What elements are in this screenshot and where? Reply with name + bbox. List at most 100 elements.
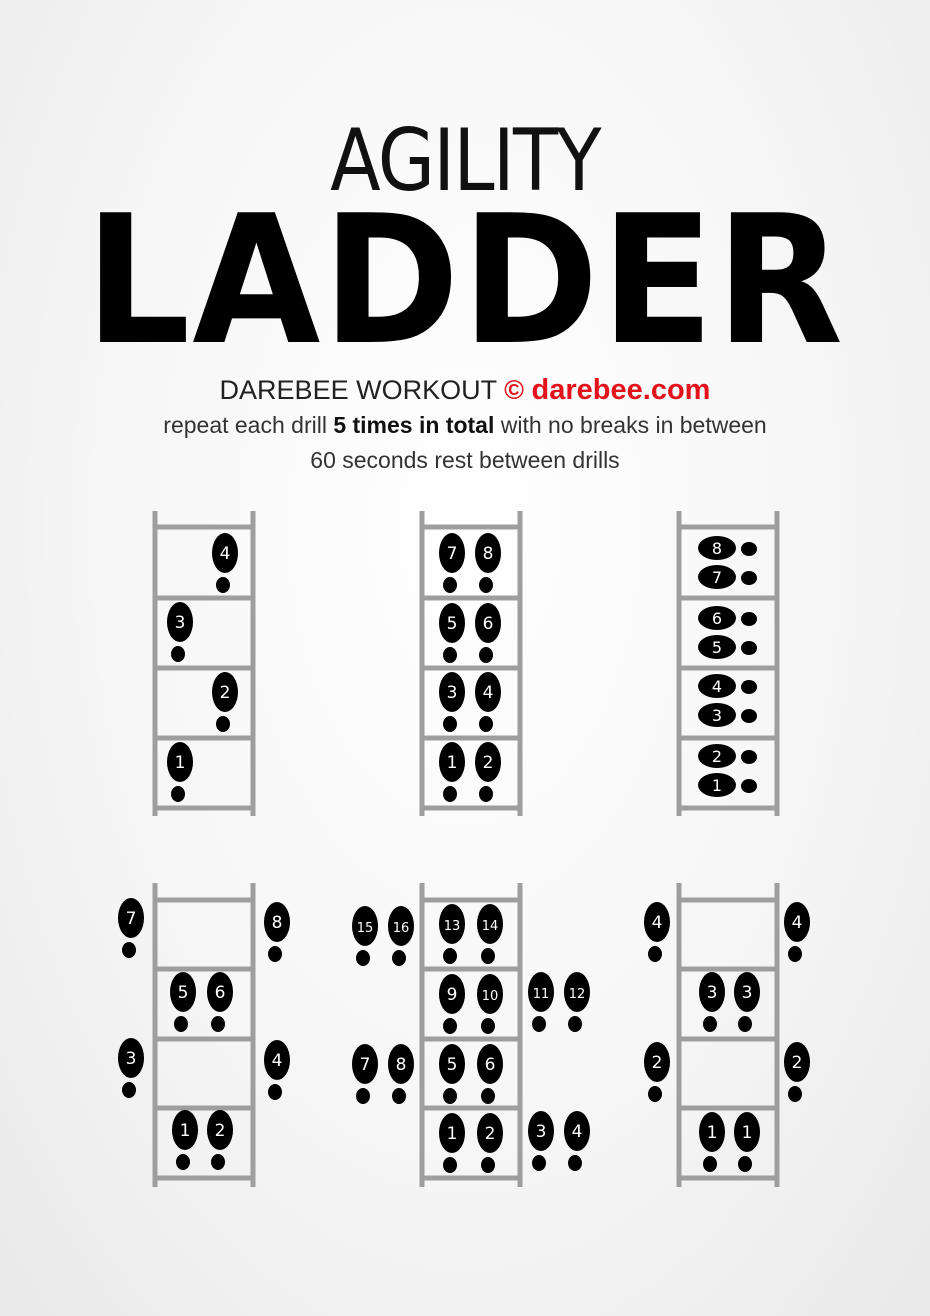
step-number: 4: [572, 1122, 583, 1142]
step-number: 7: [712, 568, 722, 587]
footprint-icon: 2: [477, 1113, 503, 1173]
step-number: 11: [533, 987, 550, 1002]
footprint-icon: 5: [439, 1044, 465, 1104]
footprint-icon: 4: [784, 902, 810, 962]
step-number: 2: [792, 1053, 803, 1073]
step-number: 14: [482, 919, 499, 934]
step-number: 7: [447, 544, 458, 564]
step-number: 3: [707, 983, 718, 1003]
step-number: 7: [126, 909, 137, 929]
footprint-icon: 1: [172, 1110, 198, 1170]
footprint-icon: 4: [698, 674, 757, 698]
footprint-icon: 2: [207, 1110, 233, 1170]
step-number: 13: [444, 919, 461, 934]
footprint-icon: 6: [475, 603, 501, 663]
step-number: 4: [652, 913, 663, 933]
footprint-icon: 4: [644, 902, 670, 962]
step-number: 8: [483, 544, 494, 564]
footprint-icon: 13: [439, 904, 465, 964]
step-number: 3: [447, 683, 458, 703]
step-number: 8: [272, 913, 283, 933]
footprint-icon: 8: [475, 533, 501, 593]
footprint-icon: 2: [784, 1042, 810, 1102]
step-number: 9: [447, 985, 458, 1005]
footprint-icon: 1: [439, 742, 465, 802]
footprint-icon: 5: [170, 972, 196, 1032]
step-number: 1: [707, 1123, 718, 1143]
footprint-icon: 11: [528, 972, 554, 1032]
footprint-icon: 5: [439, 603, 465, 663]
footprint-icon: 1: [699, 1112, 725, 1172]
footprint-icon: 1: [167, 742, 193, 802]
footprint-icon: 2: [475, 742, 501, 802]
footprint-icon: 2: [644, 1042, 670, 1102]
step-number: 5: [447, 614, 458, 634]
step-number: 3: [742, 983, 753, 1003]
step-number: 5: [178, 983, 189, 1003]
footprint-icon: 4: [475, 672, 501, 732]
step-number: 4: [483, 683, 494, 703]
step-number: 5: [447, 1055, 458, 1075]
footprint-icon: 12: [564, 972, 590, 1032]
step-number: 2: [483, 753, 494, 773]
footprint-icon: 15: [352, 906, 378, 966]
footprint-icon: 6: [207, 972, 233, 1032]
step-number: 8: [712, 539, 722, 558]
step-number: 16: [393, 921, 410, 936]
footprint-icon: 14: [477, 904, 503, 964]
footprint-icon: 7: [118, 898, 144, 958]
drill-diagrams: 43217 85 63 41 2876543217 85 63 41 215 16 13 149 10 1…: [118, 511, 810, 1187]
step-number: 2: [215, 1121, 226, 1141]
step-number: 1: [742, 1123, 753, 1143]
footprint-icon: 8: [698, 536, 757, 560]
footprint-icon: 9: [439, 974, 465, 1034]
footprint-icon: 3: [118, 1038, 144, 1098]
footprint-icon: 2: [212, 672, 238, 732]
step-number: 15: [357, 921, 374, 936]
step-number: 4: [272, 1051, 283, 1071]
footprint-icon: 2: [698, 744, 757, 768]
footprint-icon: 10: [477, 974, 503, 1034]
footprint-icon: 8: [388, 1044, 414, 1104]
footprint-icon: 4: [212, 533, 238, 593]
step-number: 1: [447, 753, 458, 773]
step-number: 1: [180, 1121, 191, 1141]
ladder-drill-2: [419, 511, 523, 816]
footprint-icon: 3: [439, 672, 465, 732]
step-number: 6: [712, 609, 722, 628]
step-number: 3: [536, 1122, 547, 1142]
step-number: 2: [712, 747, 722, 766]
footprint-icon: 3: [699, 972, 725, 1032]
step-number: 4: [220, 544, 231, 564]
ladder-drill-5: [419, 883, 523, 1187]
footprint-icon: 3: [698, 703, 757, 727]
step-number: 1: [712, 776, 722, 795]
step-number: 6: [485, 1055, 496, 1075]
step-number: 6: [483, 614, 494, 634]
footprint-icon: 16: [388, 906, 414, 966]
footprint-icon: 4: [264, 1040, 290, 1100]
footprint-icon: 7: [352, 1044, 378, 1104]
step-number: 10: [482, 989, 499, 1004]
footprint-icon: 7: [698, 565, 757, 589]
footprint-icon: 4: [564, 1111, 590, 1171]
step-number: 7: [360, 1055, 371, 1075]
footprint-icon: 1: [439, 1113, 465, 1173]
footprint-icon: 1: [698, 773, 757, 797]
step-number: 8: [396, 1055, 407, 1075]
footprint-icon: 3: [167, 602, 193, 662]
footprint-icon: 3: [528, 1111, 554, 1171]
footprint-icon: 8: [264, 902, 290, 962]
step-number: 2: [220, 683, 231, 703]
step-number: 3: [712, 706, 722, 725]
step-number: 2: [485, 1124, 496, 1144]
ladder-drill-4: [152, 883, 256, 1187]
step-number: 3: [175, 613, 186, 633]
step-number: 3: [126, 1049, 137, 1069]
footprint-icon: 6: [477, 1044, 503, 1104]
step-number: 4: [792, 913, 803, 933]
footprint-icon: 6: [698, 606, 757, 630]
step-number: 5: [712, 638, 722, 657]
footprint-icon: 1: [734, 1112, 760, 1172]
footprint-icon: 3: [734, 972, 760, 1032]
